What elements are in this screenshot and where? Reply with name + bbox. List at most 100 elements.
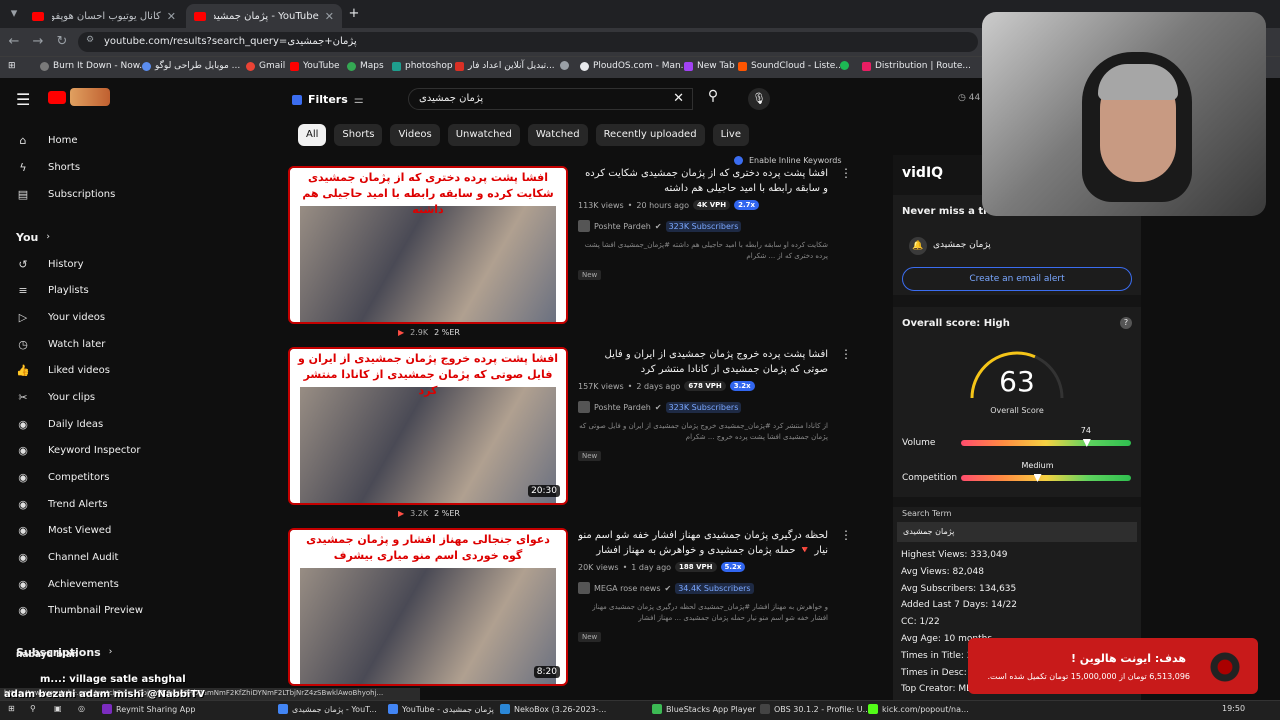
app-icon <box>102 704 112 714</box>
help-icon[interactable]: ? <box>1120 317 1132 329</box>
browser-tab[interactable]: کانال یوتیوب احسان هوپفول توت... ✕ <box>24 4 184 28</box>
taskbar-app[interactable]: kick.com/popout/na... <box>868 704 969 714</box>
search-input[interactable]: پژمان جمشیدی ✕ <box>408 88 693 110</box>
bookmark-item[interactable]: New Tab <box>684 61 735 71</box>
tab-list-icon[interactable]: ▾ <box>6 6 22 21</box>
sidebar-item-home[interactable]: ⌂ Home <box>16 130 78 150</box>
more-options-icon[interactable]: ⋮ <box>840 166 852 180</box>
chip-videos[interactable]: Videos <box>390 124 440 146</box>
bookmark-item[interactable]: YouTube <box>290 61 340 71</box>
chip-shorts[interactable]: Shorts <box>334 124 383 146</box>
sidebar-item-watch-later[interactable]: ◷ Watch later <box>16 334 105 354</box>
sidebar-item-playlists[interactable]: ≡ Playlists <box>16 280 88 300</box>
bookmark-item[interactable]: Burn It Down - Now... <box>40 61 148 71</box>
apps-icon[interactable]: ⊞ <box>8 61 16 71</box>
taskbar-app[interactable]: NekoBox (3.26-2023-... <box>500 704 606 714</box>
chip-unwatched[interactable]: Unwatched <box>447 124 520 146</box>
video-duration: 8:20 <box>533 666 560 678</box>
sidebar-item-channel-audit[interactable]: ◉ Channel Audit <box>16 547 118 567</box>
sidebar-item-your-videos[interactable]: ▷ Your videos <box>16 307 105 327</box>
more-options-icon[interactable]: ⋮ <box>840 528 852 542</box>
bookmark-item[interactable] <box>560 61 573 70</box>
sidebar-item-achievements[interactable]: ◉ Achievements <box>16 574 119 594</box>
sidebar-item-liked-videos[interactable]: 👍 Liked videos <box>16 360 110 380</box>
competition-value: Medium <box>1021 461 1054 470</box>
app-icon <box>278 704 288 714</box>
filters-button[interactable]: Filters ⚌ <box>292 93 364 106</box>
bookmark-item[interactable]: SoundCloud - Liste... <box>738 61 844 71</box>
video-result: دعوای جنجالی مهناز افشار و پژمان جمشیدی … <box>288 528 852 698</box>
clear-search-icon[interactable]: ✕ <box>673 91 684 106</box>
menu-icon[interactable]: ☰ <box>16 90 30 109</box>
site-info-icon[interactable]: ⚙ <box>86 35 94 45</box>
new-badge: New <box>578 632 602 642</box>
sidebar-item-daily-ideas[interactable]: ◉ Daily Ideas <box>16 414 103 434</box>
video-description: و خواهرش به مهناز افشار #پژمان_جمشیدی لح… <box>592 603 828 622</box>
taskbar-app[interactable]: Reymit Sharing App <box>102 704 195 714</box>
sidebar-item-trend-alerts[interactable]: ◉ Trend Alerts <box>16 494 107 514</box>
taskbar-app[interactable]: OBS 30.1.2 - Profile: U... <box>760 704 870 714</box>
video-thumbnail[interactable]: دعوای جنجالی مهناز افشار و پژمان جمشیدی … <box>288 528 568 686</box>
edge-icon[interactable]: ◎ <box>78 704 85 713</box>
browser-tab-active[interactable]: YouTube - پژمان جمشیدی ✕ <box>186 4 342 28</box>
taskbar-app[interactable]: پژمان جمشیدی - YouT... <box>278 704 377 714</box>
sidebar-item-competitors[interactable]: ◉ Competitors <box>16 467 109 487</box>
vidiq-icon: ◉ <box>18 470 28 484</box>
taskbar-app[interactable]: YouTube - پژمان جمشیدی <box>388 704 494 714</box>
video-thumbnail[interactable]: افشا پشت پرده خروج پژمان جمشیدی از ایران… <box>288 347 568 505</box>
chip-live[interactable]: Live <box>712 124 749 146</box>
new-tab-icon[interactable]: + <box>346 6 362 21</box>
channel-row[interactable]: MEGA rose news ✔ 34.4K Subscribers <box>578 582 828 594</box>
youtube-logo-icon[interactable] <box>48 91 66 104</box>
address-bar[interactable]: ⚙ youtube.com/results?search_query=پژمان… <box>78 32 978 52</box>
close-tab-icon[interactable]: ✕ <box>325 10 334 23</box>
channel-row[interactable]: Poshte Pardeh ✔ 323K Subscribers <box>578 220 828 232</box>
sidebar-item-your-clips[interactable]: ✂ Your clips <box>16 387 95 407</box>
keyword-stat: Times in Desc: 0 <box>901 667 976 678</box>
bookmark-item[interactable]: photoshop <box>392 61 453 71</box>
sidebar-item-label: Daily Ideas <box>48 418 104 430</box>
microphone-icon[interactable]: 🎙 <box>748 88 770 110</box>
back-icon[interactable]: ← <box>6 34 22 49</box>
taskbar-app[interactable]: BlueStacks App Player <box>652 704 756 714</box>
bookmark-item[interactable]: موبایل طراحی لوگو ... <box>142 61 240 71</box>
create-email-alert-button[interactable]: Create an email alert <box>902 267 1132 291</box>
bookmark-item[interactable]: Maps <box>347 61 384 71</box>
task-view-icon[interactable]: ▣ <box>54 704 62 713</box>
reload-icon[interactable]: ↻ <box>54 34 70 49</box>
video-thumbnail[interactable]: افشا پشت پرده دختری که از پژمان جمشیدی ش… <box>288 166 568 324</box>
bookmark-item[interactable]: PloudOS.com - Man... <box>580 61 689 71</box>
sidebar-item-thumbnail-preview[interactable]: ◉ Thumbnail Preview <box>16 600 143 620</box>
sidebar-item-you[interactable]: You › <box>16 227 50 247</box>
view-count: 20K views <box>578 562 619 572</box>
bookmark-item[interactable] <box>840 61 853 70</box>
bookmark-item[interactable]: تبدیل آنلاین اعداد فار... <box>455 61 555 71</box>
chip-all[interactable]: All <box>298 124 327 146</box>
stream-chat-line: adam bezani adam mishi @NabbiTV <box>4 689 205 700</box>
chip-watched[interactable]: Watched <box>527 124 588 146</box>
forward-icon[interactable]: → <box>30 34 46 49</box>
sidebar-item-most-viewed[interactable]: ◉ Most Viewed <box>16 520 111 540</box>
video-title[interactable]: افشا پشت پرده خروج پژمان جمشیدی از ایران… <box>578 347 828 377</box>
bookmark-item[interactable]: Gmail <box>246 61 285 71</box>
vph-badge: 4K VPH <box>693 200 731 210</box>
chip-recently-uploaded[interactable]: Recently uploaded <box>595 124 705 146</box>
sidebar-item-keyword-inspector[interactable]: ◉ Keyword Inspector <box>16 440 140 460</box>
inline-keywords-toggle[interactable]: Enable Inline Keywords <box>734 155 914 165</box>
video-title[interactable]: افشا پشت پرده دختری که از پژمان جمشیدی ش… <box>578 166 828 196</box>
sidebar-item-shorts[interactable]: ϟ Shorts <box>16 157 80 177</box>
search-icon[interactable]: ⚲ <box>30 704 36 713</box>
close-tab-icon[interactable]: ✕ <box>167 10 176 23</box>
more-options-icon[interactable]: ⋮ <box>840 347 852 361</box>
sidebar-item-history[interactable]: ↺ History <box>16 254 83 274</box>
bookmark-item[interactable]: Distribution | Route... <box>862 61 971 71</box>
shorts-icon: ϟ <box>19 160 27 174</box>
sidebar-item-subscriptions[interactable]: ▤ Subscriptions <box>16 184 116 204</box>
video-title[interactable]: لحظه درگیری پژمان جمشیدی مهناز افشار خفه… <box>578 528 828 558</box>
alert-keyword: پژمان جمشیدی <box>933 240 991 250</box>
start-icon[interactable]: ⊞ <box>8 704 15 713</box>
search-button[interactable]: ⚲ <box>697 88 729 110</box>
score-value: 63 <box>999 365 1035 398</box>
channel-row[interactable]: Poshte Pardeh ✔ 323K Subscribers <box>578 401 828 413</box>
video-meta: 113K views • 20 hours ago 4K VPH 2.7x <box>578 200 828 210</box>
